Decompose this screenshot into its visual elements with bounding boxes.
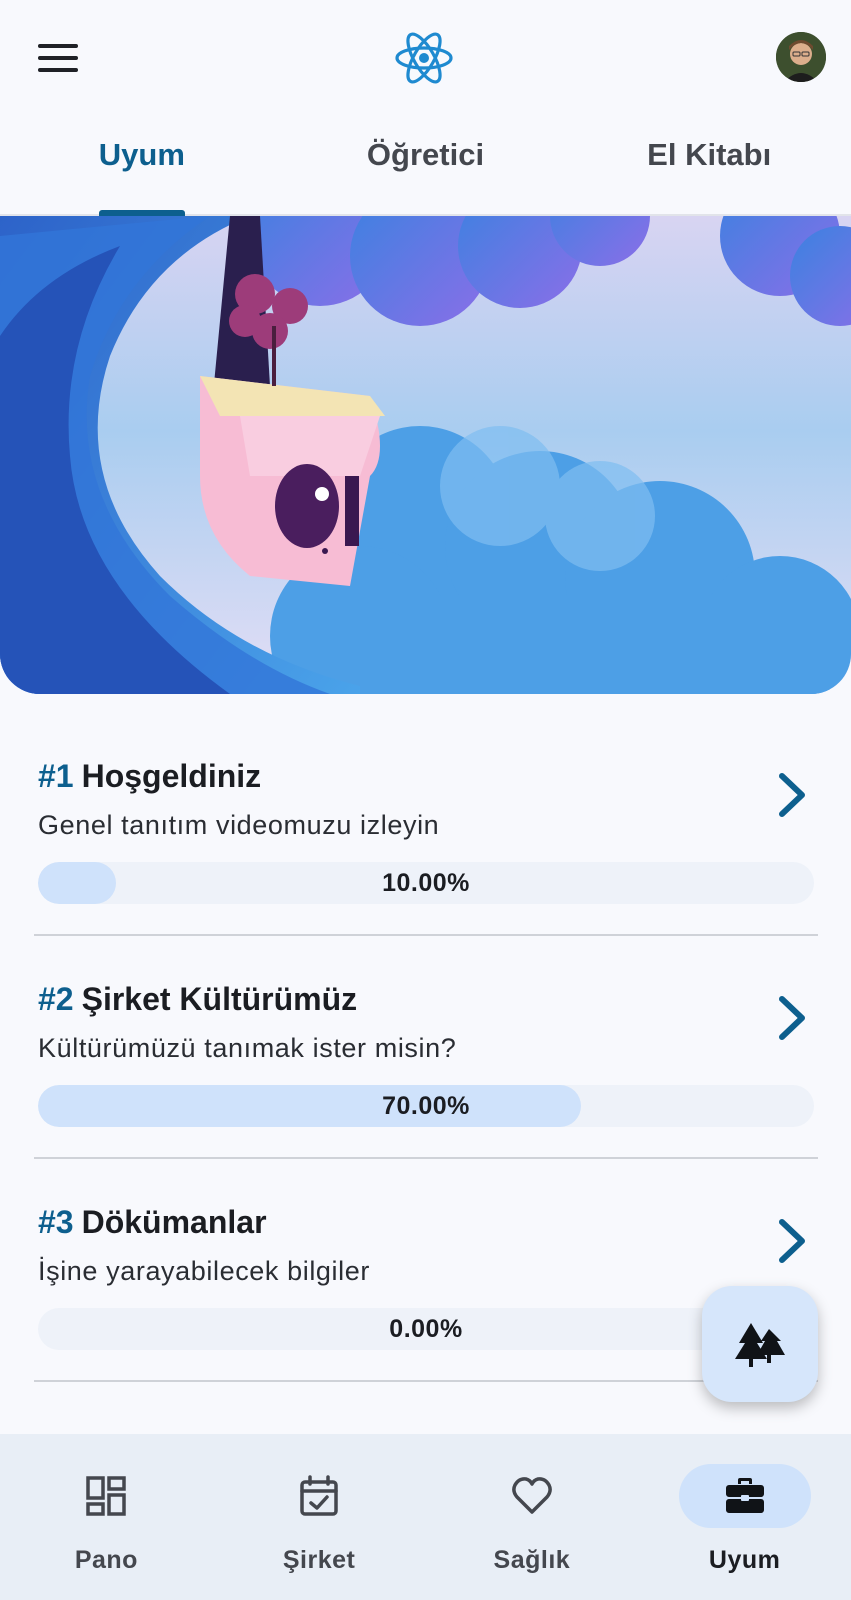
hero-illustration: [0, 216, 851, 694]
trees-icon: [735, 1323, 785, 1367]
item-subtitle: İşine yarayabilecek bilgiler: [38, 1256, 370, 1286]
trees-fab-button[interactable]: [702, 1286, 818, 1402]
chevron-right-icon[interactable]: [774, 1218, 810, 1264]
nav-item-uyum[interactable]: Uyum: [638, 1434, 851, 1600]
item-subtitle: Kültürümüzü tanımak ister misin?: [38, 1033, 457, 1063]
list-item[interactable]: #1 Hoşgeldiniz Genel tanıtım videomuzu iz…: [34, 714, 818, 936]
top-app-bar: [0, 0, 851, 118]
list-item[interactable]: #2 Şirket Kültürümüz Kültürümüzü tanımak …: [34, 937, 818, 1159]
nav-label: Şirket: [282, 1546, 356, 1574]
tab-bar: Uyum Öğretici El Kitabı: [0, 118, 851, 216]
item-title-text: Hoşgeldiniz: [81, 758, 262, 794]
item-number: #3: [38, 1204, 74, 1240]
tab-label: El Kitabı: [647, 137, 772, 172]
item-title-text: Dökümanlar: [81, 1204, 267, 1240]
chevron-right-icon[interactable]: [774, 772, 810, 818]
nav-item-saglik[interactable]: Sağlık: [426, 1434, 639, 1600]
progress-bar: 0.00%: [38, 1308, 814, 1350]
calendar-check-icon: [300, 1475, 338, 1516]
item-number: #2: [38, 981, 74, 1017]
nav-label: Uyum: [708, 1546, 781, 1574]
bottom-navigation: Pano Şirket Sağlık Uyum: [0, 1434, 851, 1600]
nav-item-pano[interactable]: Pano: [0, 1434, 213, 1600]
progress-label: 0.00%: [389, 1314, 463, 1343]
item-title: #3 Dökümanlar: [38, 1204, 267, 1241]
atom-logo-icon: [395, 32, 453, 84]
item-title-text: Şirket Kültürümüz: [81, 981, 358, 1017]
item-subtitle: Genel tanıtım videomuzu izleyin: [38, 810, 440, 840]
progress-label: 70.00%: [382, 1091, 470, 1120]
tab-el-kitabi[interactable]: El Kitabı: [567, 118, 851, 214]
progress-bar: 10.00%: [38, 862, 814, 904]
dashboard-icon: [86, 1476, 127, 1516]
item-number: #1: [38, 758, 74, 794]
tab-ogretici[interactable]: Öğretici: [284, 118, 568, 214]
nav-label: Pano: [74, 1546, 138, 1574]
briefcase-icon: [725, 1478, 764, 1513]
tab-uyum[interactable]: Uyum: [0, 118, 284, 216]
nav-item-sirket[interactable]: Şirket: [213, 1434, 426, 1600]
item-title: #2 Şirket Kültürümüz: [38, 981, 357, 1018]
list-item[interactable]: #3 Dökümanlar İşine yarayabilecek bilgile…: [34, 1160, 818, 1382]
tab-label: Uyum: [98, 137, 185, 172]
nav-label: Sağlık: [493, 1546, 571, 1574]
user-avatar[interactable]: [776, 32, 826, 82]
chevron-right-icon[interactable]: [774, 995, 810, 1041]
menu-icon[interactable]: [38, 44, 78, 72]
progress-label: 10.00%: [382, 868, 470, 897]
tab-label: Öğretici: [366, 137, 485, 172]
progress-bar: 70.00%: [38, 1085, 814, 1127]
item-title: #1 Hoşgeldiniz: [38, 758, 261, 795]
heart-icon: [512, 1477, 552, 1514]
